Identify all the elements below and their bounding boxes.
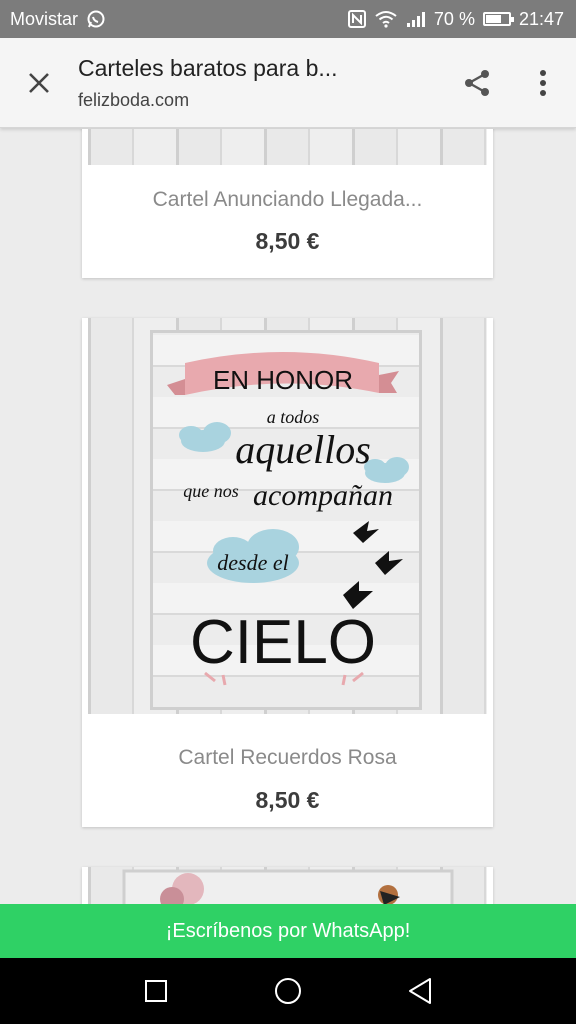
poster-line: EN HONOR	[213, 365, 353, 395]
home-button[interactable]	[272, 975, 304, 1007]
clock: 21:47	[518, 8, 564, 29]
product-price: 8,50 €	[255, 787, 320, 813]
product-price: 8,50 €	[255, 228, 320, 254]
wifi-icon	[374, 10, 398, 28]
poster-illustration: EN HONOR a todos aquellos que nos acompa…	[167, 352, 409, 686]
battery-percent: 70 %	[433, 8, 475, 29]
product-card[interactable]: Cartel Anunciando Llegada... 8,50 €	[82, 129, 493, 278]
product-card[interactable]	[82, 867, 493, 904]
whatsapp-banner-button[interactable]: ¡Escríbenos por WhatsApp!	[0, 904, 576, 958]
birds-illustration	[343, 521, 403, 609]
carrier-label: Movistar	[10, 8, 79, 29]
share-button[interactable]	[444, 38, 510, 128]
product-card[interactable]: EN HONOR a todos aquellos que nos acompa…	[82, 318, 493, 827]
product-image[interactable]	[88, 867, 487, 904]
product-image[interactable]: EN HONOR a todos aquellos que nos acompa…	[88, 318, 487, 714]
poster-line: que nos	[183, 481, 239, 501]
whatsapp-notification-icon	[86, 9, 106, 29]
page-title: Carteles baratos para b...	[78, 54, 338, 81]
poster-line: aquellos	[235, 427, 371, 472]
share-icon	[465, 69, 489, 96]
status-bar: Movistar 70 % 21:47	[0, 0, 576, 38]
poster-line: desde el	[217, 550, 288, 575]
triangle-back-icon	[409, 978, 431, 1004]
poster-artwork: EN HONOR a todos aquellos que nos acompa…	[150, 330, 422, 710]
web-content[interactable]: Cartel Anunciando Llegada... 8,50 € EN H…	[0, 129, 576, 904]
product-name[interactable]: Cartel Anunciando Llegada...	[82, 188, 493, 212]
circle-icon	[275, 978, 301, 1004]
poster-line: acompañan	[253, 479, 393, 512]
close-button[interactable]	[0, 38, 78, 128]
overflow-menu-button[interactable]	[510, 38, 576, 128]
back-button[interactable]	[404, 975, 436, 1007]
product-name[interactable]: Cartel Recuerdos Rosa	[82, 746, 493, 770]
nfc-icon	[347, 10, 366, 28]
system-navigation-bar	[0, 958, 576, 1024]
poster-line: CIELO	[190, 608, 376, 677]
custom-tab-toolbar: Carteles baratos para b... felizboda.com	[0, 38, 576, 128]
square-icon	[145, 980, 167, 1002]
recents-button[interactable]	[140, 975, 172, 1007]
product-image[interactable]	[88, 129, 487, 165]
page-info[interactable]: Carteles baratos para b... felizboda.com	[78, 55, 444, 111]
page-url: felizboda.com	[78, 89, 190, 110]
whatsapp-banner-label: ¡Escríbenos por WhatsApp!	[165, 919, 411, 942]
close-icon	[29, 72, 49, 93]
battery-icon	[482, 12, 514, 26]
signal-icon	[406, 10, 426, 28]
more-vertical-icon	[540, 69, 546, 96]
poster-line: a todos	[267, 407, 320, 427]
